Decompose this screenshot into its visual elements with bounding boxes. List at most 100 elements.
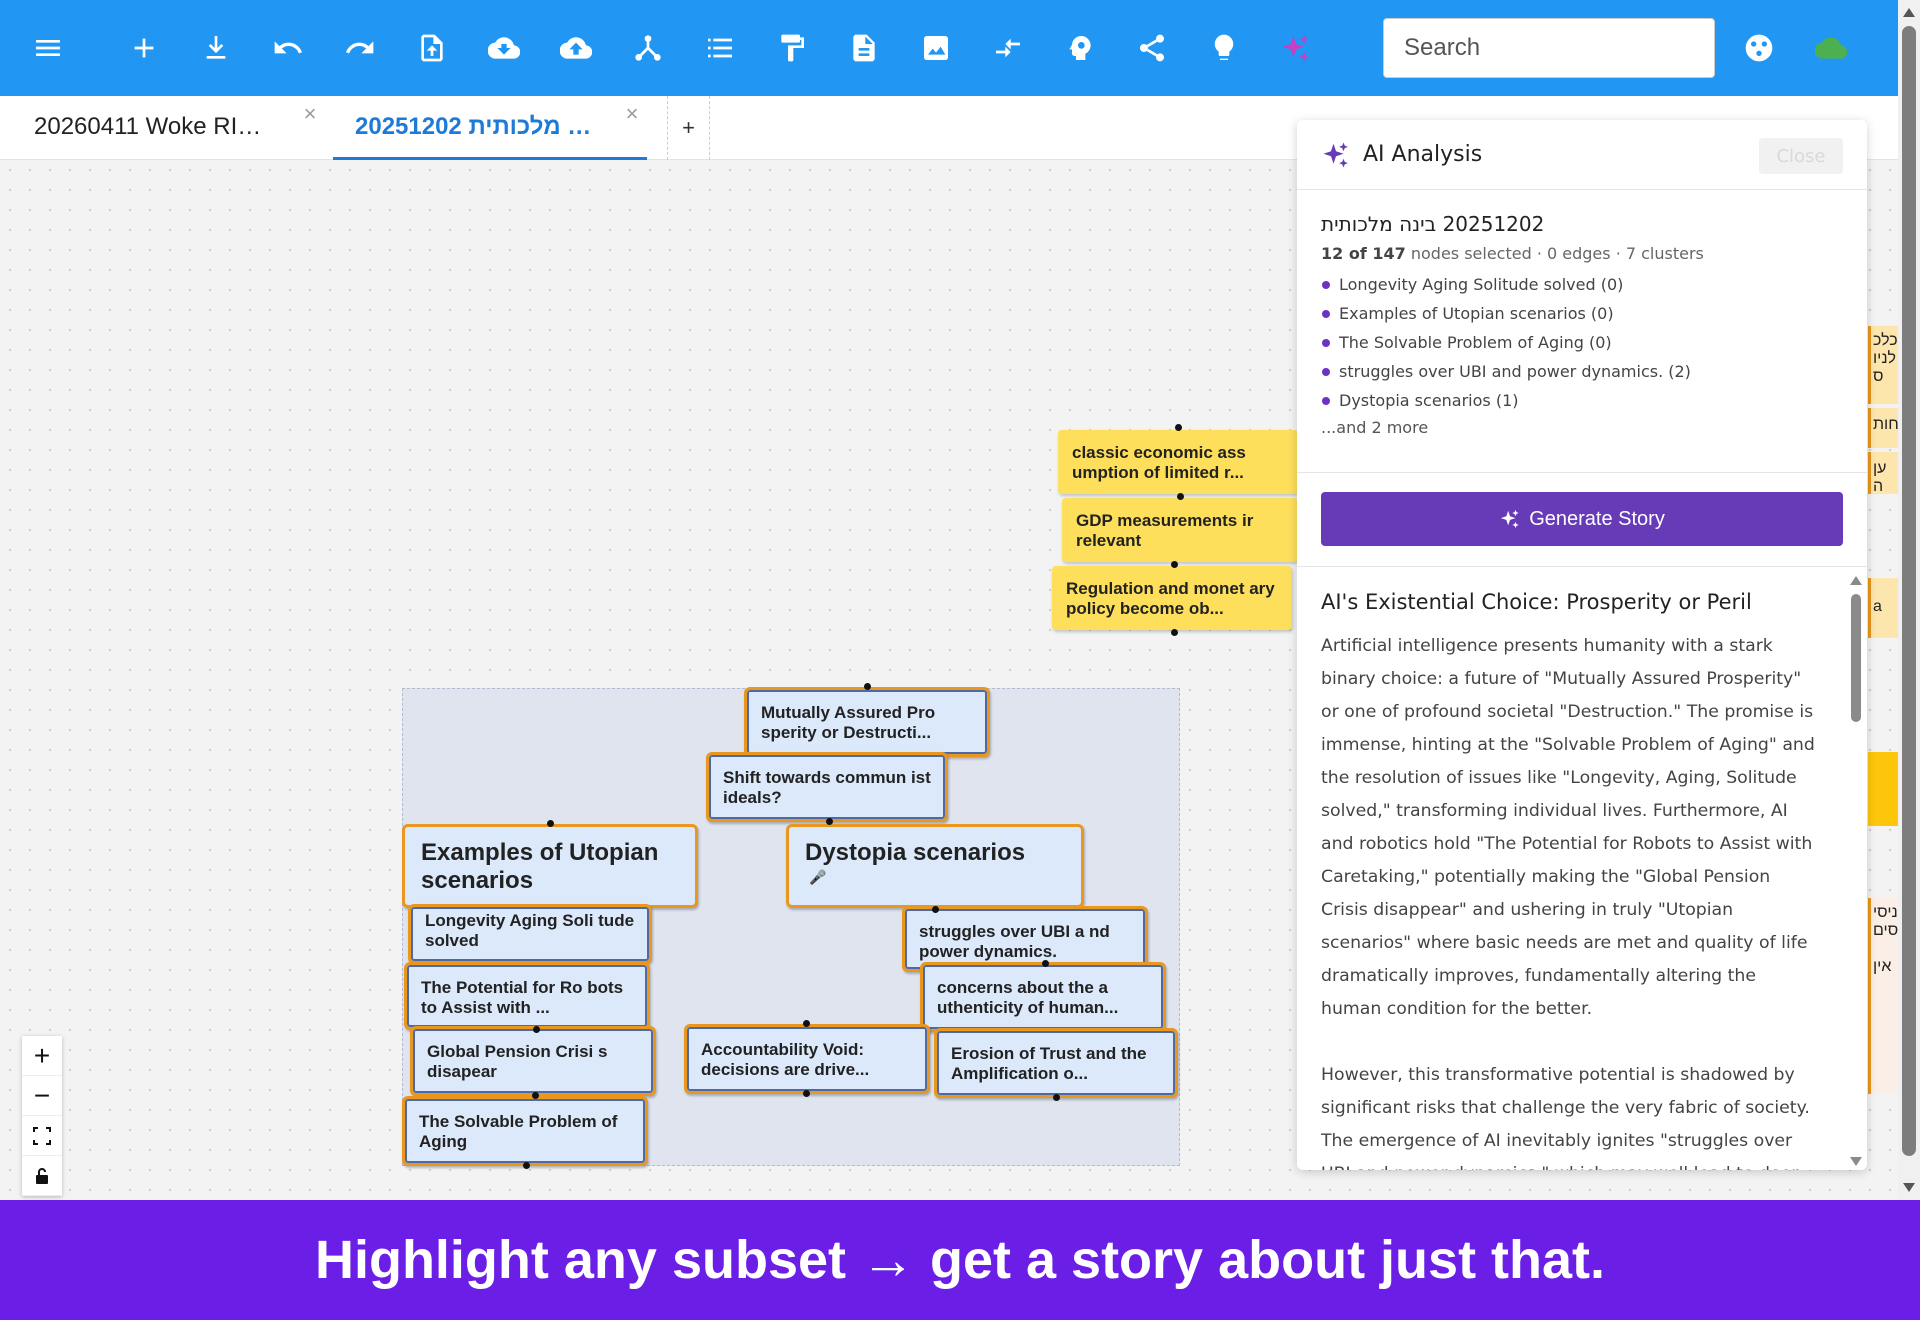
compress-arrows-icon[interactable] <box>988 28 1028 68</box>
node-regulation[interactable]: Regulation and monet ary policy become o… <box>1052 566 1292 630</box>
node-authenticity[interactable]: concerns about the a uthenticity of huma… <box>920 962 1166 1032</box>
close-button[interactable]: Close <box>1759 138 1843 174</box>
connection-dot <box>1171 629 1178 636</box>
cluster-item: Longevity Aging Solitude solved (0) <box>1321 275 1843 294</box>
edge-node-fragment[interactable]: ען ה <box>1868 452 1898 494</box>
cloud-download-icon[interactable] <box>484 28 524 68</box>
redo-icon[interactable] <box>340 28 380 68</box>
cloud-icon[interactable] <box>1811 28 1851 68</box>
node-text: פחות <box>1873 416 1898 433</box>
window-scrollbar[interactable] <box>1898 0 1920 1200</box>
selection-meta: nodes selected · 0 edges · 7 clusters <box>1410 244 1704 263</box>
add-tab-button[interactable]: + <box>667 96 710 160</box>
selected-count: 12 of 147 <box>1321 244 1406 263</box>
sparkle-icon[interactable] <box>1276 28 1316 68</box>
cloud-upload-icon[interactable] <box>556 28 596 68</box>
edge-node-fragment[interactable]: ניסי סים אין <box>1868 898 1898 1094</box>
node-text: Mutually Assured Pro sperity or Destruct… <box>761 703 936 742</box>
microphone-icon[interactable]: 🎤 <box>809 863 826 891</box>
connection-dot <box>1053 1094 1060 1101</box>
node-text: Examples of Utopian scenarios <box>421 839 659 894</box>
hierarchy-icon[interactable] <box>628 28 668 68</box>
node-solvable-aging[interactable]: The Solvable Problem of Aging <box>402 1096 648 1166</box>
undo-icon[interactable] <box>268 28 308 68</box>
node-accountability[interactable]: Accountability Void: decisions are drive… <box>684 1024 930 1094</box>
node-text: Longevity Aging Soli tude solved <box>425 911 635 950</box>
image-icon[interactable] <box>916 28 956 68</box>
connection-dot <box>826 818 833 825</box>
story-title: AI's Existential Choice: Prosperity or P… <box>1321 590 1752 614</box>
caption-banner: Highlight any subset → get a story about… <box>0 1200 1920 1320</box>
scrollbar-thumb[interactable] <box>1851 594 1861 722</box>
zoom-controls: + − <box>22 1036 62 1196</box>
close-icon[interactable]: × <box>298 102 322 126</box>
top-toolbar <box>0 0 1898 96</box>
selection-info: 20251202 בינה מלכותית 12 of 147 nodes se… <box>1297 190 1867 437</box>
brain-icon[interactable] <box>1060 28 1100 68</box>
lightbulb-icon[interactable] <box>1204 28 1244 68</box>
palette-icon[interactable] <box>1739 28 1779 68</box>
node-text: classic economic ass umption of limited … <box>1072 443 1246 482</box>
lock-icon[interactable] <box>22 1156 62 1196</box>
node-text: כלכ <box>1873 332 1898 349</box>
ai-analysis-panel: AI Analysis Close 20251202 בינה מלכותית … <box>1297 120 1867 1170</box>
connection-dot <box>1042 960 1049 967</box>
more-clusters: ...and 2 more <box>1321 418 1429 437</box>
node-text: לניו <box>1873 350 1897 367</box>
scroll-up-arrow-icon[interactable] <box>1903 8 1915 17</box>
format-paint-icon[interactable] <box>772 28 812 68</box>
tab-malchutit[interactable]: 20251202 מלכותית … <box>333 96 647 160</box>
generate-story-button[interactable]: Generate Story <box>1321 492 1843 546</box>
story-paragraph: However, this transformative potential i… <box>1321 1065 1810 1170</box>
tab-woke[interactable]: 20260411 Woke RI… <box>34 96 324 160</box>
menu-icon[interactable] <box>28 28 68 68</box>
connection-dot <box>532 1092 539 1099</box>
node-text: סים <box>1873 922 1898 939</box>
download-icon[interactable] <box>196 28 236 68</box>
share-icon[interactable] <box>1132 28 1172 68</box>
node-utopian-scenarios[interactable]: Examples of Utopian scenarios <box>402 824 698 908</box>
node-robots[interactable]: The Potential for Ro bots to Assist with… <box>404 962 650 1030</box>
node-dystopia-scenarios[interactable]: Dystopia scenarios 🎤 <box>786 824 1084 908</box>
scroll-up-arrow-icon[interactable] <box>1850 576 1862 585</box>
selection-summary: 12 of 147 nodes selected · 0 edges · 7 c… <box>1321 244 1843 263</box>
node-text: Shift towards commun ist ideals? <box>723 768 931 807</box>
node-mutually-assured[interactable]: Mutually Assured Pro sperity or Destruct… <box>744 687 990 757</box>
story-scrollbar[interactable] <box>1848 572 1864 1170</box>
zoom-out-icon[interactable]: − <box>22 1076 62 1116</box>
node-pension-crisis[interactable]: Global Pension Crisi s disapear <box>410 1026 656 1096</box>
close-icon[interactable]: × <box>620 102 644 126</box>
zoom-in-icon[interactable]: + <box>22 1036 62 1076</box>
generate-story-label: Generate Story <box>1529 507 1665 530</box>
node-text: Accountability Void: decisions are drive… <box>701 1040 870 1079</box>
scrollbar-thumb[interactable] <box>1902 26 1916 1156</box>
edge-node-fragment[interactable] <box>1868 752 1898 826</box>
search-input[interactable] <box>1383 18 1715 78</box>
edge-node-fragment[interactable]: a <box>1868 578 1898 638</box>
node-text: struggles over UBI a nd power dynamics. <box>919 922 1110 961</box>
node-longevity[interactable]: Longevity Aging Soli tude solved <box>408 904 652 964</box>
file-upload-icon[interactable] <box>412 28 452 68</box>
connection-dot <box>803 1090 810 1097</box>
node-text: a <box>1873 598 1882 615</box>
tab-label: 20260411 Woke RI… <box>34 113 262 140</box>
node-erosion-trust[interactable]: Erosion of Trust and the Amplification o… <box>934 1028 1178 1098</box>
cluster-item: The Solvable Problem of Aging (0) <box>1321 333 1843 352</box>
node-text: Dystopia scenarios <box>805 839 1026 866</box>
edge-node-fragment[interactable]: כלכ לניו ס <box>1868 326 1898 404</box>
story-content[interactable]: AI's Existential Choice: Prosperity or P… <box>1321 584 1821 1170</box>
node-economic-assumption[interactable]: classic economic ass umption of limited … <box>1058 430 1298 494</box>
plus-icon[interactable] <box>124 28 164 68</box>
scroll-down-arrow-icon[interactable] <box>1903 1183 1915 1192</box>
connection-dot <box>1175 424 1182 431</box>
fit-view-icon[interactable] <box>22 1116 62 1156</box>
list-icon[interactable] <box>700 28 740 68</box>
node-text: אין <box>1873 958 1892 975</box>
node-gdp[interactable]: GDP measurements ir relevant <box>1062 498 1298 562</box>
divider <box>1297 566 1867 567</box>
scroll-down-arrow-icon[interactable] <box>1850 1157 1862 1166</box>
document-icon[interactable] <box>844 28 884 68</box>
connection-dot <box>864 683 871 690</box>
edge-node-fragment[interactable]: פחות <box>1868 408 1898 448</box>
node-shift-communist[interactable]: Shift towards commun ist ideals? <box>706 752 948 822</box>
